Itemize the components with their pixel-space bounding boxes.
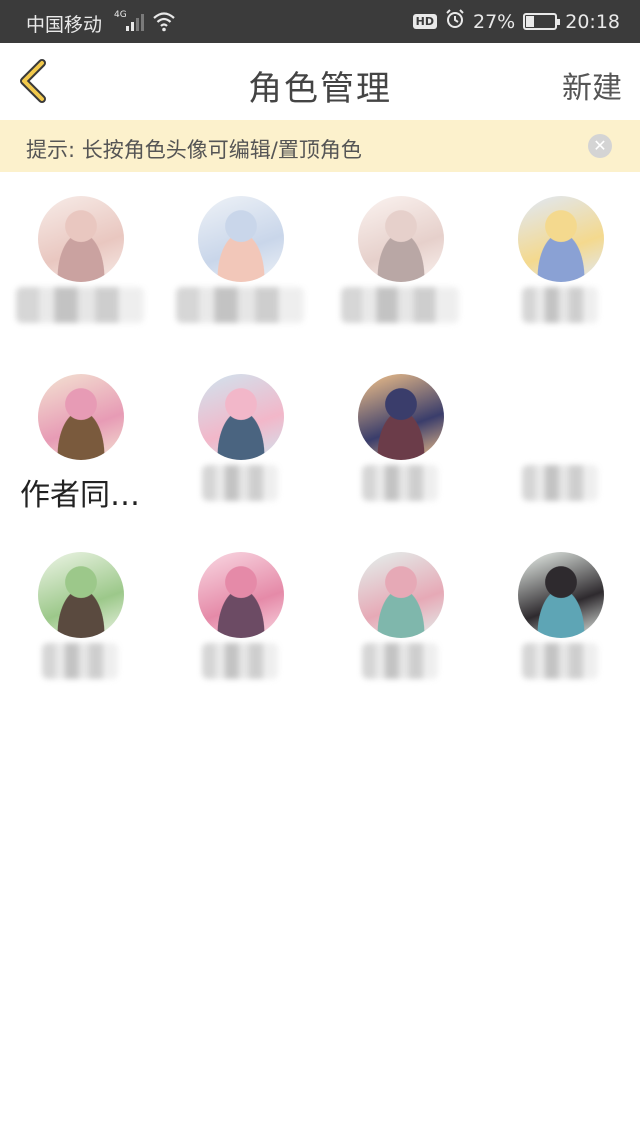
hd-badge: HD [412, 14, 437, 29]
character-avatar[interactable] [198, 374, 284, 460]
clock-time: 20:18 [565, 10, 620, 33]
battery-percent: 27% [473, 10, 516, 33]
character-avatar[interactable] [518, 196, 604, 282]
character-avatar[interactable] [38, 552, 124, 638]
character-name-redacted [202, 643, 278, 679]
character-item[interactable] [320, 350, 480, 520]
character-name-redacted [341, 287, 459, 323]
character-avatar[interactable] [38, 374, 124, 460]
nav-bar: 角色管理 新建 [0, 43, 640, 120]
character-name: 作者同… [20, 478, 140, 513]
tip-banner: 提示: 长按角色头像可编辑/置顶角色 ✕ [0, 120, 640, 172]
character-name-redacted [522, 465, 598, 501]
character-item[interactable] [480, 350, 640, 520]
character-avatar[interactable] [518, 552, 604, 638]
carrier-label: 中国移动 [26, 14, 103, 36]
character-name-redacted [522, 643, 598, 679]
character-avatar[interactable] [358, 552, 444, 638]
page-title: 角色管理 [248, 69, 392, 109]
character-item[interactable] [160, 528, 320, 698]
alarm-icon [445, 9, 465, 34]
signal-icon: 4G [114, 8, 148, 32]
character-name-redacted [362, 465, 438, 501]
character-name-redacted [16, 287, 144, 323]
character-avatar[interactable] [198, 552, 284, 638]
character-item[interactable] [320, 172, 480, 342]
character-item[interactable] [320, 528, 480, 698]
character-item[interactable] [480, 172, 640, 342]
wifi-icon [152, 9, 176, 33]
status-right-group: HD 27% 20:18 [412, 9, 620, 34]
character-item[interactable] [160, 350, 320, 520]
character-item[interactable] [480, 528, 640, 698]
character-name-redacted [522, 287, 598, 323]
character-avatar[interactable] [198, 196, 284, 282]
close-icon[interactable]: ✕ [588, 134, 612, 158]
character-avatar[interactable] [358, 196, 444, 282]
character-item[interactable] [0, 528, 160, 698]
character-name-redacted [42, 643, 118, 679]
character-avatar[interactable] [358, 374, 444, 460]
character-name-redacted [202, 465, 278, 501]
character-avatar[interactable] [518, 374, 604, 460]
character-avatar[interactable] [38, 196, 124, 282]
new-character-button[interactable]: 新建 [562, 63, 622, 107]
character-item[interactable]: 作者同… [0, 350, 160, 520]
battery-icon [523, 13, 561, 30]
character-item[interactable] [160, 172, 320, 342]
network-type-label: 4G [114, 10, 127, 20]
character-name-redacted [362, 643, 438, 679]
tip-text: 提示: 长按角色头像可编辑/置顶角色 [26, 138, 362, 162]
character-name-redacted [176, 287, 304, 323]
character-item[interactable] [0, 172, 160, 342]
status-bar: 中国移动 4G HD 27% 20:18 [0, 0, 640, 43]
